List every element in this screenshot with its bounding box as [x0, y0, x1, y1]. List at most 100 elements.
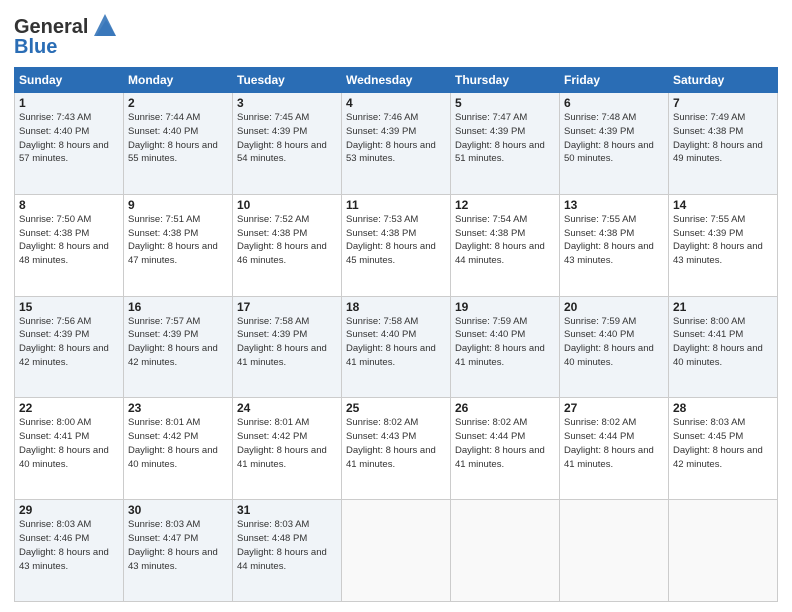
day-number: 8 [19, 198, 119, 212]
day-info: Sunrise: 7:55 AMSunset: 4:39 PMDaylight:… [673, 214, 763, 266]
day-number: 14 [673, 198, 773, 212]
day-number: 13 [564, 198, 664, 212]
day-info: Sunrise: 7:46 AMSunset: 4:39 PMDaylight:… [346, 112, 436, 164]
day-cell: 27 Sunrise: 8:02 AMSunset: 4:44 PMDaylig… [560, 398, 669, 500]
day-info: Sunrise: 7:58 AMSunset: 4:40 PMDaylight:… [346, 316, 436, 368]
day-info: Sunrise: 8:03 AMSunset: 4:46 PMDaylight:… [19, 519, 109, 571]
day-info: Sunrise: 7:45 AMSunset: 4:39 PMDaylight:… [237, 112, 327, 164]
day-number: 28 [673, 401, 773, 415]
logo-icon [90, 10, 120, 40]
day-cell: 12 Sunrise: 7:54 AMSunset: 4:38 PMDaylig… [451, 194, 560, 296]
day-number: 4 [346, 96, 446, 110]
day-cell: 1 Sunrise: 7:43 AMSunset: 4:40 PMDayligh… [15, 93, 124, 195]
day-cell: 18 Sunrise: 7:58 AMSunset: 4:40 PMDaylig… [342, 296, 451, 398]
header: General Blue [14, 10, 778, 59]
col-header-wednesday: Wednesday [342, 68, 451, 93]
day-info: Sunrise: 7:57 AMSunset: 4:39 PMDaylight:… [128, 316, 218, 368]
day-cell: 31 Sunrise: 8:03 AMSunset: 4:48 PMDaylig… [233, 500, 342, 602]
day-number: 26 [455, 401, 555, 415]
day-cell: 23 Sunrise: 8:01 AMSunset: 4:42 PMDaylig… [124, 398, 233, 500]
day-info: Sunrise: 7:49 AMSunset: 4:38 PMDaylight:… [673, 112, 763, 164]
day-cell [342, 500, 451, 602]
day-cell [560, 500, 669, 602]
day-info: Sunrise: 8:00 AMSunset: 4:41 PMDaylight:… [673, 316, 763, 368]
day-number: 2 [128, 96, 228, 110]
day-number: 7 [673, 96, 773, 110]
day-number: 15 [19, 300, 119, 314]
day-info: Sunrise: 8:03 AMSunset: 4:47 PMDaylight:… [128, 519, 218, 571]
day-cell: 16 Sunrise: 7:57 AMSunset: 4:39 PMDaylig… [124, 296, 233, 398]
day-cell: 13 Sunrise: 7:55 AMSunset: 4:38 PMDaylig… [560, 194, 669, 296]
day-cell: 8 Sunrise: 7:50 AMSunset: 4:38 PMDayligh… [15, 194, 124, 296]
day-info: Sunrise: 7:56 AMSunset: 4:39 PMDaylight:… [19, 316, 109, 368]
day-info: Sunrise: 7:51 AMSunset: 4:38 PMDaylight:… [128, 214, 218, 266]
day-info: Sunrise: 7:52 AMSunset: 4:38 PMDaylight:… [237, 214, 327, 266]
day-number: 10 [237, 198, 337, 212]
day-number: 16 [128, 300, 228, 314]
day-number: 11 [346, 198, 446, 212]
day-cell: 10 Sunrise: 7:52 AMSunset: 4:38 PMDaylig… [233, 194, 342, 296]
day-number: 5 [455, 96, 555, 110]
day-cell: 15 Sunrise: 7:56 AMSunset: 4:39 PMDaylig… [15, 296, 124, 398]
day-info: Sunrise: 8:02 AMSunset: 4:44 PMDaylight:… [455, 417, 545, 469]
col-header-sunday: Sunday [15, 68, 124, 93]
day-cell: 25 Sunrise: 8:02 AMSunset: 4:43 PMDaylig… [342, 398, 451, 500]
day-number: 24 [237, 401, 337, 415]
day-cell: 6 Sunrise: 7:48 AMSunset: 4:39 PMDayligh… [560, 93, 669, 195]
week-row-1: 1 Sunrise: 7:43 AMSunset: 4:40 PMDayligh… [15, 93, 778, 195]
day-info: Sunrise: 7:43 AMSunset: 4:40 PMDaylight:… [19, 112, 109, 164]
day-info: Sunrise: 7:59 AMSunset: 4:40 PMDaylight:… [564, 316, 654, 368]
day-number: 19 [455, 300, 555, 314]
day-info: Sunrise: 7:44 AMSunset: 4:40 PMDaylight:… [128, 112, 218, 164]
day-cell: 14 Sunrise: 7:55 AMSunset: 4:39 PMDaylig… [669, 194, 778, 296]
logo: General Blue [14, 14, 120, 59]
week-row-2: 8 Sunrise: 7:50 AMSunset: 4:38 PMDayligh… [15, 194, 778, 296]
header-row: SundayMondayTuesdayWednesdayThursdayFrid… [15, 68, 778, 93]
day-info: Sunrise: 7:53 AMSunset: 4:38 PMDaylight:… [346, 214, 436, 266]
calendar-page: General Blue SundayMondayTuesdayWednesda… [0, 0, 792, 612]
day-info: Sunrise: 8:03 AMSunset: 4:48 PMDaylight:… [237, 519, 327, 571]
day-info: Sunrise: 7:47 AMSunset: 4:39 PMDaylight:… [455, 112, 545, 164]
day-cell: 17 Sunrise: 7:58 AMSunset: 4:39 PMDaylig… [233, 296, 342, 398]
day-info: Sunrise: 7:58 AMSunset: 4:39 PMDaylight:… [237, 316, 327, 368]
day-info: Sunrise: 7:50 AMSunset: 4:38 PMDaylight:… [19, 214, 109, 266]
day-info: Sunrise: 8:02 AMSunset: 4:44 PMDaylight:… [564, 417, 654, 469]
day-cell: 3 Sunrise: 7:45 AMSunset: 4:39 PMDayligh… [233, 93, 342, 195]
day-number: 27 [564, 401, 664, 415]
day-info: Sunrise: 7:48 AMSunset: 4:39 PMDaylight:… [564, 112, 654, 164]
day-info: Sunrise: 7:59 AMSunset: 4:40 PMDaylight:… [455, 316, 545, 368]
day-cell [451, 500, 560, 602]
day-cell: 7 Sunrise: 7:49 AMSunset: 4:38 PMDayligh… [669, 93, 778, 195]
week-row-3: 15 Sunrise: 7:56 AMSunset: 4:39 PMDaylig… [15, 296, 778, 398]
day-info: Sunrise: 8:02 AMSunset: 4:43 PMDaylight:… [346, 417, 436, 469]
day-cell: 2 Sunrise: 7:44 AMSunset: 4:40 PMDayligh… [124, 93, 233, 195]
day-cell: 29 Sunrise: 8:03 AMSunset: 4:46 PMDaylig… [15, 500, 124, 602]
day-number: 21 [673, 300, 773, 314]
col-header-saturday: Saturday [669, 68, 778, 93]
day-number: 22 [19, 401, 119, 415]
logo-general: General [14, 16, 88, 38]
day-number: 1 [19, 96, 119, 110]
day-cell: 4 Sunrise: 7:46 AMSunset: 4:39 PMDayligh… [342, 93, 451, 195]
day-cell: 19 Sunrise: 7:59 AMSunset: 4:40 PMDaylig… [451, 296, 560, 398]
day-cell: 24 Sunrise: 8:01 AMSunset: 4:42 PMDaylig… [233, 398, 342, 500]
day-number: 3 [237, 96, 337, 110]
day-number: 20 [564, 300, 664, 314]
day-number: 29 [19, 503, 119, 517]
week-row-5: 29 Sunrise: 8:03 AMSunset: 4:46 PMDaylig… [15, 500, 778, 602]
day-number: 30 [128, 503, 228, 517]
day-info: Sunrise: 7:55 AMSunset: 4:38 PMDaylight:… [564, 214, 654, 266]
day-cell: 20 Sunrise: 7:59 AMSunset: 4:40 PMDaylig… [560, 296, 669, 398]
day-cell: 28 Sunrise: 8:03 AMSunset: 4:45 PMDaylig… [669, 398, 778, 500]
col-header-friday: Friday [560, 68, 669, 93]
day-cell: 11 Sunrise: 7:53 AMSunset: 4:38 PMDaylig… [342, 194, 451, 296]
day-number: 18 [346, 300, 446, 314]
day-cell: 30 Sunrise: 8:03 AMSunset: 4:47 PMDaylig… [124, 500, 233, 602]
day-cell [669, 500, 778, 602]
day-number: 12 [455, 198, 555, 212]
day-info: Sunrise: 7:54 AMSunset: 4:38 PMDaylight:… [455, 214, 545, 266]
day-cell: 21 Sunrise: 8:00 AMSunset: 4:41 PMDaylig… [669, 296, 778, 398]
day-number: 6 [564, 96, 664, 110]
day-info: Sunrise: 8:00 AMSunset: 4:41 PMDaylight:… [19, 417, 109, 469]
calendar-table: SundayMondayTuesdayWednesdayThursdayFrid… [14, 67, 778, 602]
